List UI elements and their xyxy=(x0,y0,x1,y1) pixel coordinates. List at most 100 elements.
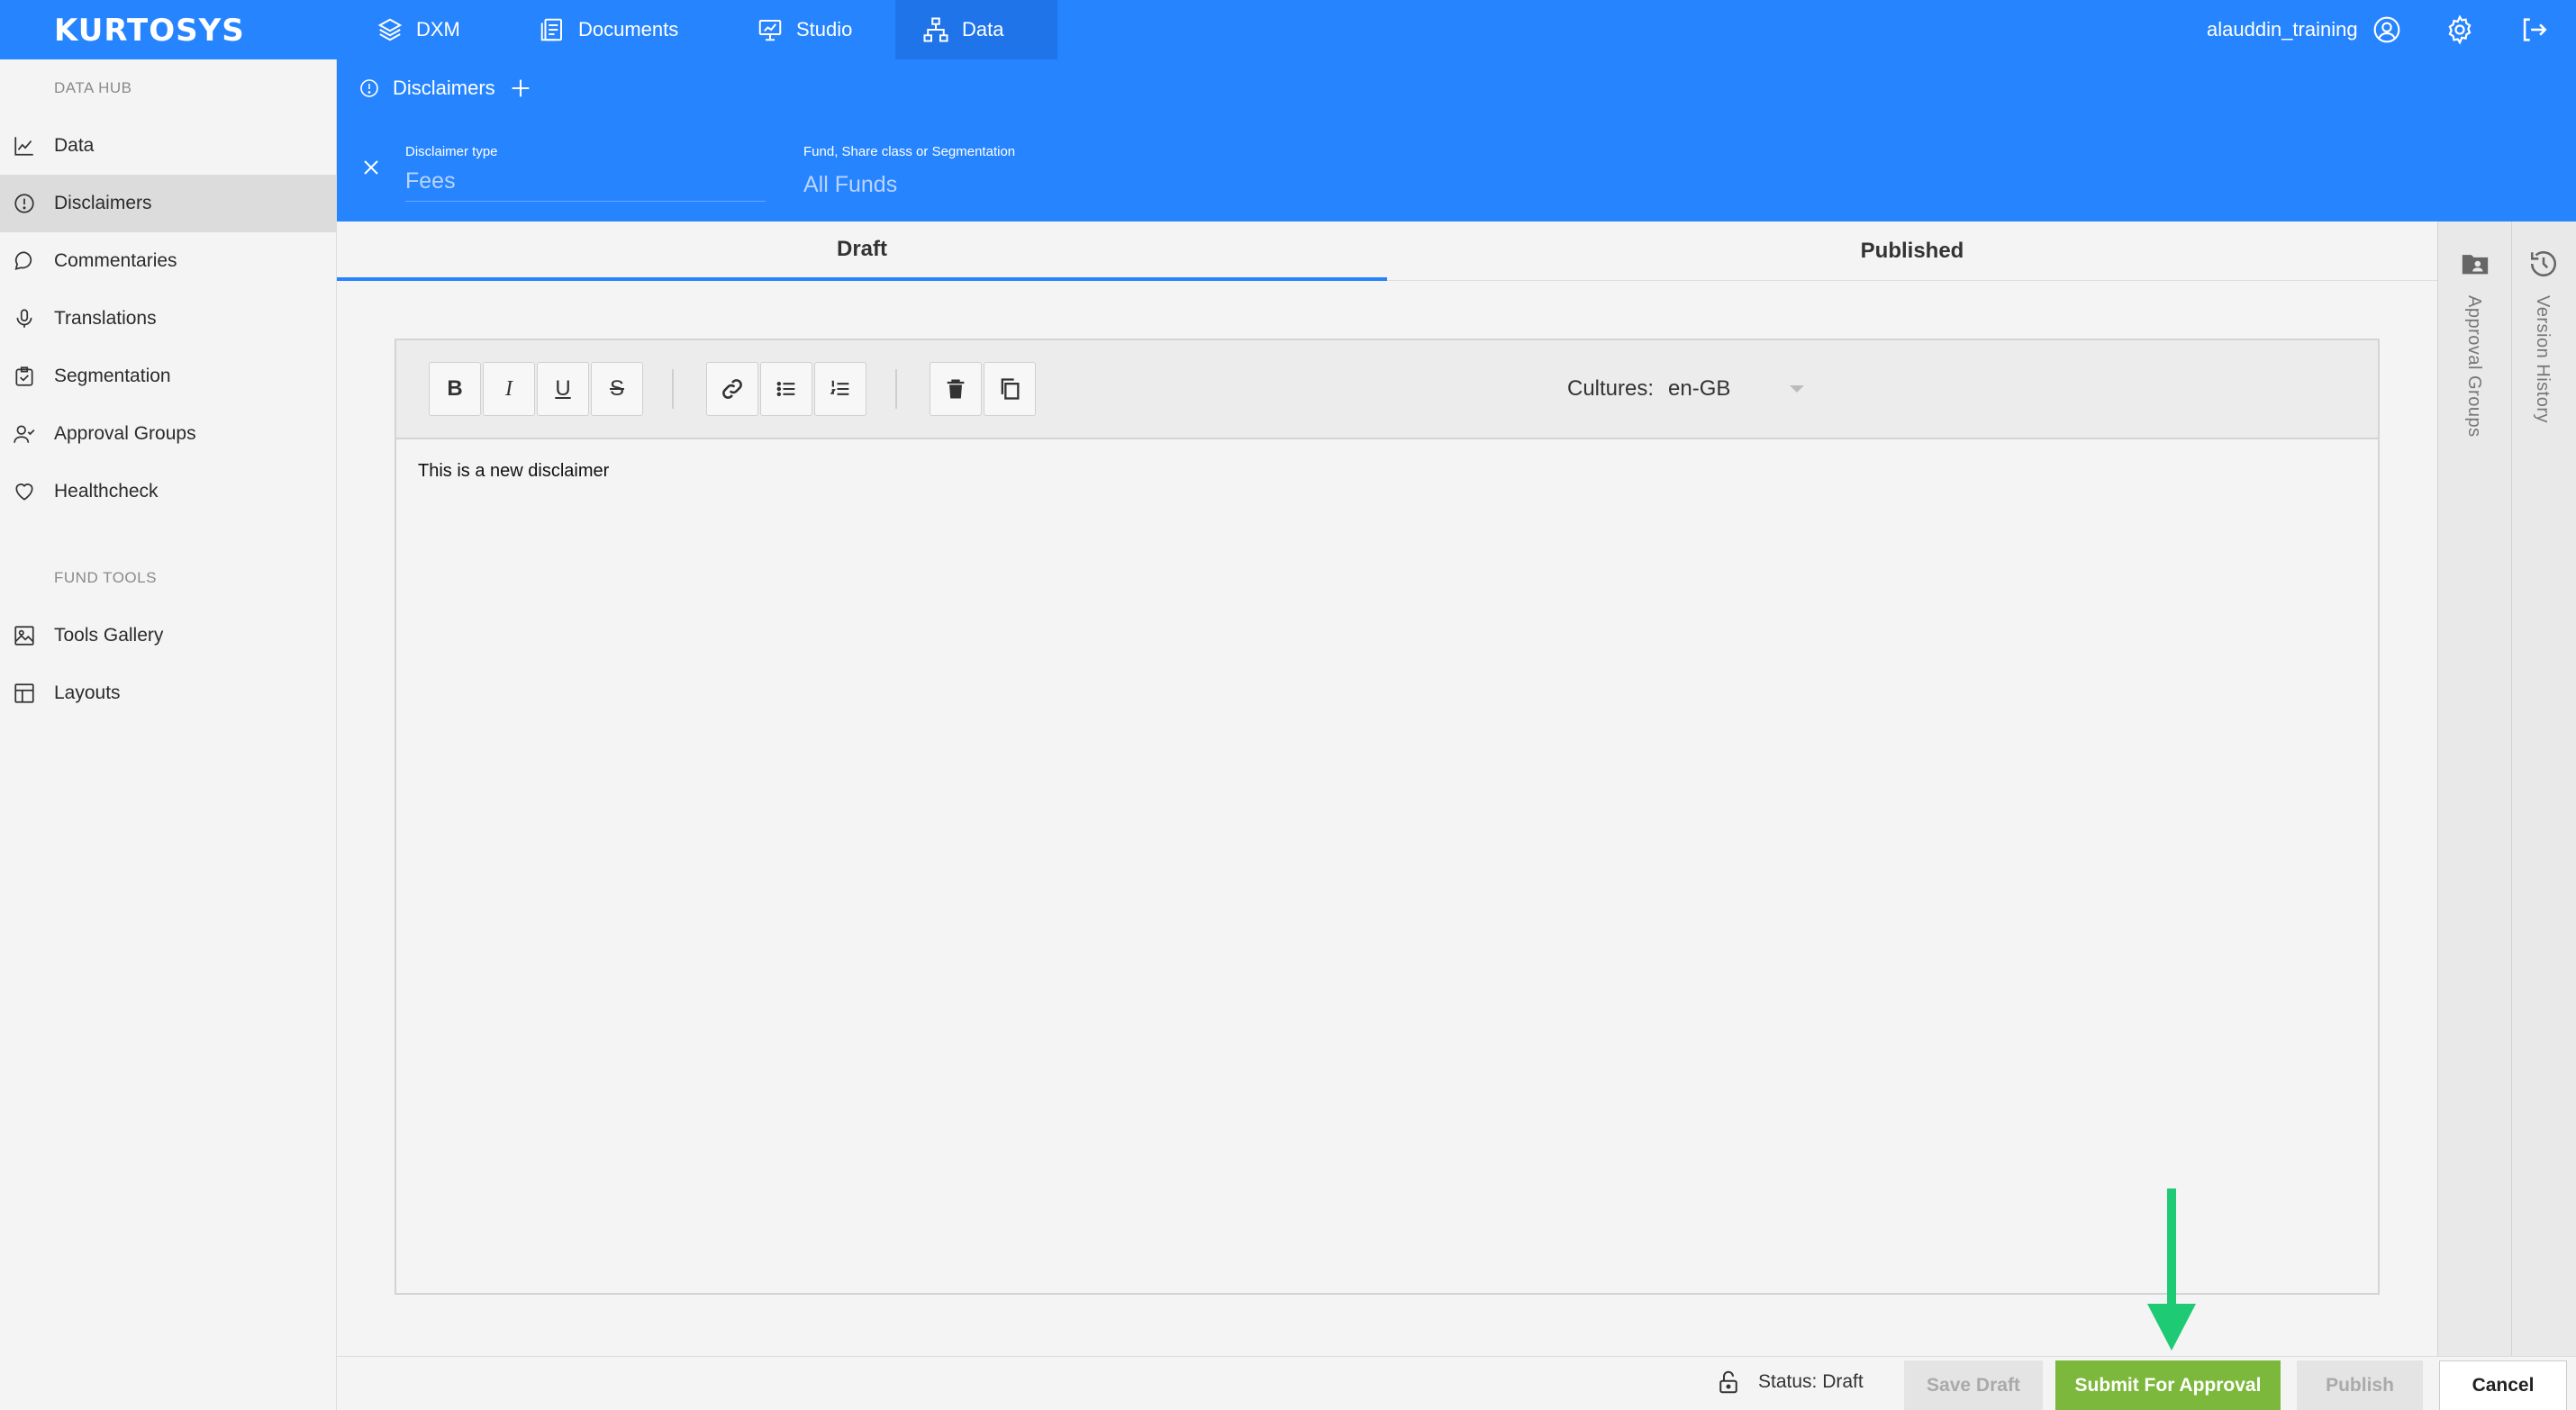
nav-data-label: Data xyxy=(962,18,1004,41)
copy-button[interactable] xyxy=(984,362,1036,416)
strikethrough-button[interactable]: S xyxy=(591,362,643,416)
sidebar-item-tools-gallery[interactable]: Tools Gallery xyxy=(0,607,337,664)
sidebar-heading-data-hub: DATA HUB xyxy=(54,79,132,96)
trash-icon xyxy=(947,379,965,399)
nav-data[interactable]: Data xyxy=(895,0,1057,59)
close-icon[interactable] xyxy=(360,157,382,178)
italic-button[interactable]: I xyxy=(483,362,535,416)
bold-button[interactable]: B xyxy=(429,362,481,416)
rich-text-editor: B I U S Cultures: en-GB This is a new di… xyxy=(395,339,2380,1295)
editor-toolbar: B I U S Cultures: en-GB xyxy=(396,340,2378,439)
user-check-icon xyxy=(14,425,35,443)
history-icon xyxy=(2530,251,2557,277)
folder-user-icon xyxy=(2462,255,2489,275)
link-button[interactable] xyxy=(706,362,758,416)
nav-documents-label: Documents xyxy=(578,18,679,41)
version-history-rail-label: Version History xyxy=(2533,295,2553,423)
link-icon xyxy=(722,379,742,399)
layout-icon xyxy=(14,683,34,703)
disclaimer-type-label: Disclaimer type xyxy=(405,144,498,159)
sidebar-item-label: Commentaries xyxy=(54,250,177,271)
top-bar: KURTOSYS DXM Documents Studio Data alaud… xyxy=(0,0,2576,59)
sidebar-item-label: Disclaimers xyxy=(54,193,152,213)
cultures-select[interactable]: Cultures: en-GB xyxy=(1567,376,1805,402)
sidebar-item-label: Healthcheck xyxy=(54,481,159,502)
clipboard-icon xyxy=(15,366,33,386)
tab-draft[interactable]: Draft xyxy=(337,221,1387,281)
documents-icon xyxy=(540,18,562,41)
save-draft-button[interactable]: Save Draft xyxy=(1904,1360,2043,1410)
approval-groups-panel-toggle[interactable]: Approval Groups xyxy=(2437,221,2511,1356)
toolbar-divider xyxy=(672,369,674,409)
nav-dxm-label: DXM xyxy=(416,18,460,41)
disclaimer-type-select[interactable]: Disclaimer type Fees xyxy=(405,144,766,229)
field-underline xyxy=(405,201,766,202)
hierarchy-icon xyxy=(923,17,948,42)
sidebar-item-label: Data xyxy=(54,135,95,156)
copy-icon xyxy=(1001,378,1020,400)
bullet-list-icon xyxy=(776,381,795,397)
disclaimer-header: Disclaimers Disclaimer type Fees Fund, S… xyxy=(337,59,2576,232)
nav-dxm[interactable]: DXM xyxy=(349,0,487,59)
layers-icon xyxy=(377,18,403,41)
chart-line-icon xyxy=(14,137,33,156)
annotation-arrow-head xyxy=(2147,1304,2196,1351)
approval-groups-rail-label: Approval Groups xyxy=(2464,295,2484,438)
numbered-list-icon xyxy=(830,380,849,395)
underline-button[interactable]: U xyxy=(537,362,589,416)
action-footer: Status: Draft Save Draft Submit For Appr… xyxy=(337,1356,2576,1410)
cancel-button[interactable]: Cancel xyxy=(2439,1360,2567,1410)
cultures-label: Cultures: xyxy=(1567,376,1655,401)
publish-button[interactable]: Publish xyxy=(2297,1360,2423,1410)
sidebar-item-disclaimers[interactable]: Disclaimers xyxy=(0,175,337,232)
breadcrumb: Disclaimers xyxy=(358,76,533,101)
sidebar-item-label: Layouts xyxy=(54,682,121,703)
user-circle-icon xyxy=(2373,16,2399,43)
sidebar-item-commentaries[interactable]: Commentaries xyxy=(0,232,337,290)
sidebar: DATA HUB Data Disclaimers Commentaries T… xyxy=(0,59,337,1410)
submit-for-approval-button[interactable]: Submit For Approval xyxy=(2055,1360,2281,1410)
fund-value: All Funds xyxy=(803,172,898,197)
delete-button[interactable] xyxy=(930,362,982,416)
lock-open-icon xyxy=(1719,1370,1737,1394)
chat-bubble-icon xyxy=(14,251,32,270)
version-history-panel-toggle[interactable]: Version History xyxy=(2511,221,2576,1356)
user-menu[interactable]: alauddin_training xyxy=(2207,0,2401,59)
nav-studio-label: Studio xyxy=(796,18,853,41)
add-disclaimer-icon[interactable] xyxy=(508,76,533,101)
toolbar-divider xyxy=(895,369,897,409)
tab-published[interactable]: Published xyxy=(1387,221,2437,281)
cultures-value: en-GB xyxy=(1668,376,1731,401)
gear-icon[interactable] xyxy=(2444,14,2475,45)
tab-bar: Draft Published xyxy=(337,221,2437,281)
fund-label: Fund, Share class or Segmentation xyxy=(803,144,1016,159)
sidebar-item-layouts[interactable]: Layouts xyxy=(0,664,337,722)
numbered-list-button[interactable] xyxy=(814,362,866,416)
alert-circle-icon xyxy=(14,194,34,213)
microphone-icon xyxy=(16,309,32,328)
sidebar-item-approval-groups[interactable]: Approval Groups xyxy=(0,405,337,463)
sidebar-item-data[interactable]: Data xyxy=(0,117,337,175)
chevron-down-icon xyxy=(1790,385,1805,393)
sidebar-item-healthcheck[interactable]: Healthcheck xyxy=(0,463,337,520)
sidebar-item-label: Segmentation xyxy=(54,366,171,386)
logout-icon[interactable] xyxy=(2518,14,2549,45)
sidebar-item-segmentation[interactable]: Segmentation xyxy=(0,348,337,405)
status-indicator: Status: Draft xyxy=(1715,1368,1864,1396)
annotation-arrow-shaft xyxy=(2167,1189,2176,1306)
sidebar-item-translations[interactable]: Translations xyxy=(0,290,337,348)
image-icon xyxy=(14,626,34,646)
presentation-icon xyxy=(758,20,782,41)
nav-documents[interactable]: Documents xyxy=(512,0,705,59)
editor-content[interactable]: This is a new disclaimer xyxy=(418,461,609,482)
disclaimer-type-value: Fees xyxy=(405,168,456,194)
page-title: Disclaimers xyxy=(393,77,495,99)
alert-circle-icon xyxy=(360,79,378,97)
nav-studio[interactable]: Studio xyxy=(730,0,879,59)
status-text: Status: Draft xyxy=(1758,1371,1864,1392)
username: alauddin_training xyxy=(2207,18,2358,41)
kurtosys-logo[interactable]: KURTOSYS xyxy=(54,13,245,49)
sidebar-item-label: Approval Groups xyxy=(54,423,196,444)
fund-select[interactable]: Fund, Share class or Segmentation All Fu… xyxy=(803,144,1209,232)
bullet-list-button[interactable] xyxy=(760,362,812,416)
